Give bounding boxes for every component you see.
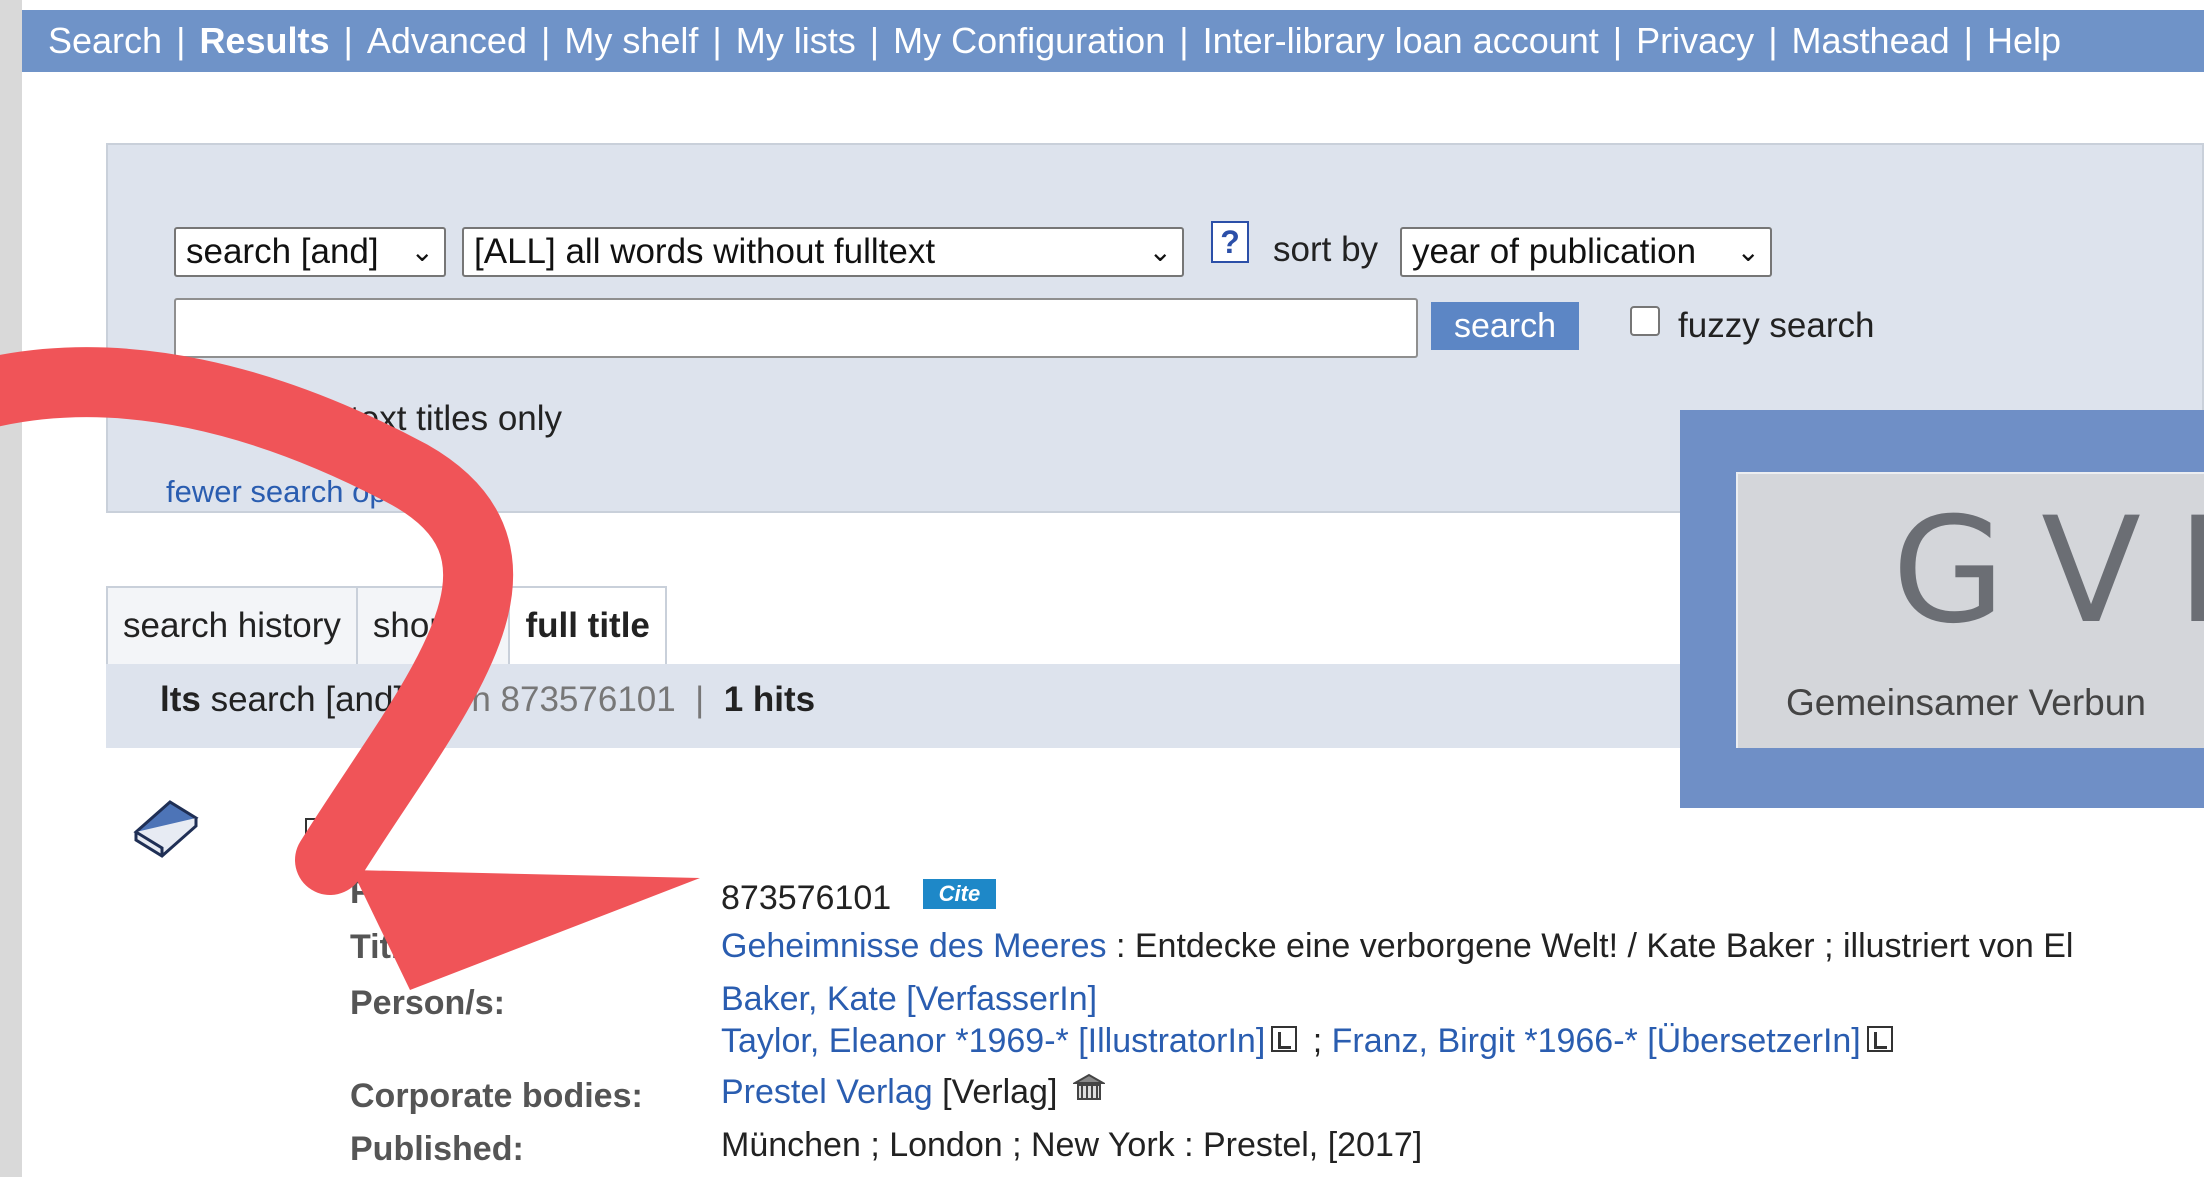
nav-separator: | — [1179, 20, 1189, 61]
nav-separator: | — [1768, 20, 1778, 61]
person-link-taylor[interactable]: Taylor, Eleanor *1969-* [IllustratorIn] — [721, 1022, 1265, 1060]
person-link-baker[interactable]: Baker, Kate [VerfasserIn] — [721, 980, 1097, 1018]
cite-button[interactable]: Cite — [922, 879, 997, 910]
nav-separator: | — [176, 20, 186, 61]
tab-full-title[interactable]: full title — [510, 588, 667, 666]
result-tabs: search history shortlist full title — [106, 586, 667, 666]
nav-separator: | — [869, 20, 880, 61]
nav-help[interactable]: Help — [1987, 20, 2061, 61]
fuzzy-search-checkbox[interactable] — [1630, 306, 1660, 336]
expand-icon[interactable]: + — [305, 818, 329, 842]
search-input[interactable] — [174, 298, 1418, 358]
results-summary-bar: lts search [and] ppn 873576101 | 1 hits — [106, 664, 1680, 748]
corporate-role: [Verlag] — [932, 1073, 1058, 1111]
sort-by-label: sort by — [1273, 230, 1379, 269]
chevron-down-icon: ⌄ — [1736, 236, 1760, 267]
gvk-logo-letters: GVK — [1892, 486, 2204, 656]
persons-label: Person/s: — [350, 984, 505, 1022]
book-icon — [133, 800, 199, 858]
nav-advanced[interactable]: Advanced — [367, 20, 527, 61]
authority-record-icon[interactable] — [1271, 1026, 1298, 1053]
nav-my-shelf[interactable]: My shelf — [564, 20, 698, 61]
sort-select[interactable]: year of publication ⌄ — [1400, 227, 1772, 277]
nav-my-configuration[interactable]: My Configuration — [893, 20, 1165, 61]
person-2-field: Taylor, Eleanor *1969-* [IllustratorIn] … — [721, 1022, 1899, 1061]
search-operator-select[interactable]: search [and] ⌄ — [174, 227, 446, 277]
fulltext-only-label: text titles only — [350, 399, 563, 438]
ppn-label: PPN: — [350, 873, 432, 911]
title-field: Geheimnisse des Meeres : Entdecke eine v… — [721, 927, 2073, 966]
gvk-logo: GVK Gemeinsamer Verbun — [1680, 410, 2204, 808]
ppn-field: 873576101 Cite — [721, 879, 997, 918]
authority-record-icon[interactable] — [1866, 1026, 1893, 1053]
building-icon[interactable] — [1072, 1073, 1105, 1103]
nav-separator: | — [1963, 20, 1974, 61]
chevron-down-icon: ⌄ — [1148, 236, 1172, 267]
tab-search-history[interactable]: search history — [108, 588, 358, 666]
title-label: Title — [350, 928, 420, 966]
results-query: ppn 873576101 — [432, 680, 676, 719]
top-navigation-bar: Search | Results | Advanced | My shelf | My list… — [22, 10, 2204, 72]
ppn-value: 873576101 — [721, 879, 892, 917]
gvk-logo-subtitle: Gemeinsamer Verbun — [1786, 682, 2146, 723]
nav-privacy[interactable]: Privacy — [1636, 20, 1754, 61]
search-field-select[interactable]: [ALL] all words without fulltext ⌄ — [462, 227, 1184, 277]
person-1-field: Baker, Kate [VerfasserIn] — [721, 980, 1097, 1019]
nav-my-lists[interactable]: My lists — [736, 20, 856, 61]
sort-select-value: year of publication — [1412, 232, 1697, 271]
gvk-logo-plate: GVK Gemeinsamer Verbun — [1736, 472, 2204, 748]
chevron-down-icon: ⌄ — [410, 236, 434, 267]
corporate-link[interactable]: Prestel Verlag — [721, 1073, 933, 1111]
results-hits: 1 hits — [723, 680, 816, 719]
nav-results[interactable]: Results — [199, 20, 329, 61]
nav-inter-library-loan-account[interactable]: Inter-library loan account — [1203, 20, 1599, 61]
results-mode: search [and] — [210, 680, 404, 719]
search-button[interactable]: search — [1431, 302, 1579, 350]
search-field-value: [ALL] all words without fulltext — [474, 232, 936, 271]
corporate-field: Prestel Verlag [Verlag] — [721, 1073, 1105, 1112]
fewer-search-options-link[interactable]: fewer search options — [166, 474, 452, 510]
left-margin-strip — [0, 0, 22, 1177]
nav-separator: | — [540, 20, 551, 61]
published-value: München ; London ; New York : Prestel, [… — [721, 1126, 1423, 1164]
published-label: Published: — [350, 1130, 524, 1168]
nav-separator: | — [712, 20, 722, 61]
fuzzy-search-label: fuzzy search — [1678, 306, 1875, 345]
tab-shortlist[interactable]: shortlist — [357, 588, 511, 666]
nav-search[interactable]: Search — [48, 20, 162, 61]
help-icon[interactable]: ? — [1211, 221, 1249, 263]
results-divider: | — [695, 680, 705, 719]
nav-separator: | — [343, 20, 353, 61]
nav-separator: | — [1612, 20, 1623, 61]
nav-masthead[interactable]: Masthead — [1792, 20, 1950, 61]
corporate-bodies-label: Corporate bodies: — [350, 1077, 643, 1115]
title-link[interactable]: Geheimnisse des Meeres — [721, 927, 1107, 965]
results-label: lts — [160, 680, 201, 719]
nav-items: Search | Results | Advanced | My shelf | My list… — [22, 10, 2204, 72]
person-link-franz[interactable]: Franz, Birgit *1966-* [ÜbersetzerIn] — [1332, 1022, 1861, 1060]
person-separator: ; — [1303, 1022, 1332, 1060]
search-operator-value: search [and] — [186, 232, 379, 271]
title-rest: : Entdecke eine verborgene Welt! / Kate … — [1106, 927, 2074, 965]
